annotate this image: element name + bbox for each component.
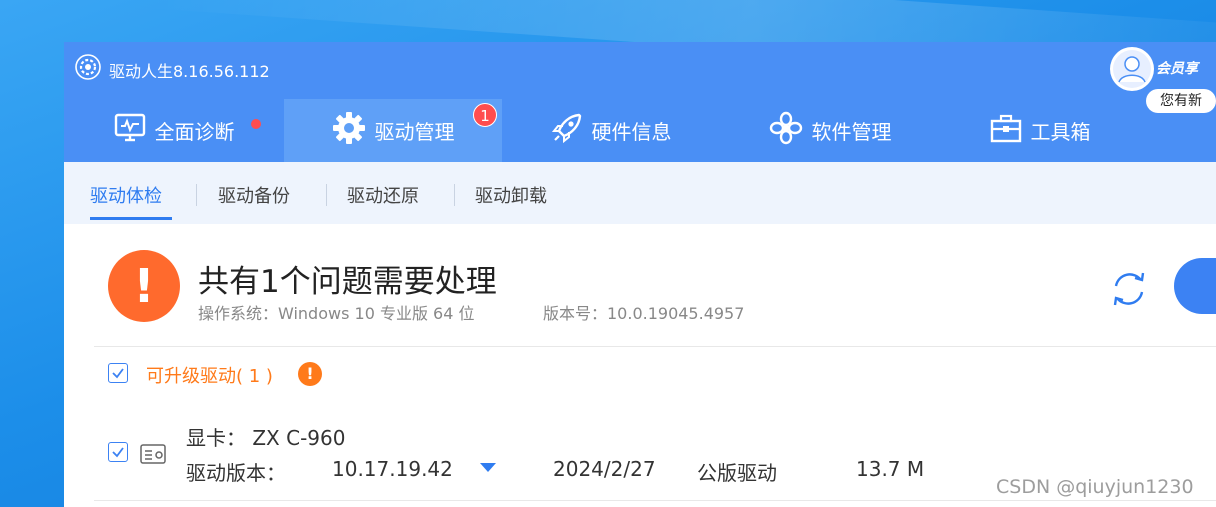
flower-icon	[769, 111, 812, 150]
main-tabs: 全面诊断 驱动管理 1 硬件信息 软件管理 工具箱	[64, 99, 1216, 162]
graphics-card-icon	[140, 443, 166, 465]
tab-driver-management[interactable]: 驱动管理 1	[284, 99, 502, 162]
tab-label: 软件管理	[811, 120, 892, 144]
app-header: 驱动人生8.16.56.112 会员享 您有新 全面诊断 驱动管理 1 硬件信息…	[64, 42, 1216, 162]
subnav-separator	[326, 184, 327, 206]
upgradable-drivers-label: 可升级驱动( 1 )	[146, 366, 273, 387]
device-name: 显卡： ZX C-960	[186, 426, 346, 450]
tab-label: 工具箱	[1030, 120, 1091, 144]
subtab-driver-backup[interactable]: 驱动备份	[218, 182, 290, 208]
tab-label: 硬件信息	[591, 120, 672, 144]
section-divider	[94, 346, 1216, 347]
driver-select-checkbox[interactable]	[108, 442, 128, 462]
tab-label: 全面诊断	[154, 120, 235, 144]
user-avatar[interactable]	[1108, 45, 1156, 93]
tab-label: 驱动管理	[374, 120, 455, 144]
driver-size: 13.7 M	[856, 457, 925, 481]
gear-icon	[332, 111, 375, 150]
upgrade-warning-icon: !	[298, 362, 322, 386]
rocket-icon	[551, 112, 592, 149]
vip-tag[interactable]: 会员享	[1156, 58, 1198, 78]
active-subtab-underline	[90, 217, 172, 220]
version-dropdown-icon[interactable]	[480, 463, 496, 472]
app-logo-icon	[75, 54, 101, 80]
tab-toolbox[interactable]: 工具箱	[940, 99, 1140, 162]
warning-icon: !	[108, 250, 180, 322]
driver-version-value: 10.17.19.42	[332, 457, 453, 481]
csdn-watermark: CSDN @qiuyjun1230	[996, 476, 1194, 498]
subtab-driver-uninstall[interactable]: 驱动卸载	[475, 182, 547, 208]
subtab-driver-restore[interactable]: 驱动还原	[347, 182, 419, 208]
tab-software-management[interactable]: 软件管理	[720, 99, 940, 162]
subnav-separator	[196, 184, 197, 206]
tab-full-diagnosis[interactable]: 全面诊断	[64, 99, 284, 162]
toolbox-icon	[990, 113, 1031, 148]
driver-date: 2024/2/27	[553, 457, 656, 481]
select-all-upgradable-checkbox[interactable]	[108, 363, 128, 383]
driver-version-label: 驱动版本：	[186, 461, 286, 485]
notification-dot	[251, 119, 261, 129]
tab-hardware-info[interactable]: 硬件信息	[502, 99, 720, 162]
issue-summary-title: 共有1个问题需要处理	[198, 264, 497, 300]
app-title: 驱动人生8.16.56.112	[109, 62, 270, 81]
subnav-separator	[454, 184, 455, 206]
os-info: 操作系统：Windows 10 专业版 64 位	[198, 304, 475, 323]
driver-type: 公版驱动	[697, 461, 777, 485]
sub-navigation: 驱动体检 驱动备份 驱动还原 驱动卸载	[64, 162, 1216, 224]
os-version: 版本号：10.0.19045.4957	[543, 304, 745, 323]
refresh-icon[interactable]	[1108, 268, 1150, 310]
monitor-icon	[114, 113, 155, 148]
subtab-driver-check[interactable]: 驱动体检	[90, 182, 162, 208]
row-divider	[94, 500, 1216, 501]
update-count-badge: 1	[473, 103, 497, 127]
title-bar[interactable]: 驱动人生8.16.56.112 会员享 您有新	[64, 42, 1216, 113]
